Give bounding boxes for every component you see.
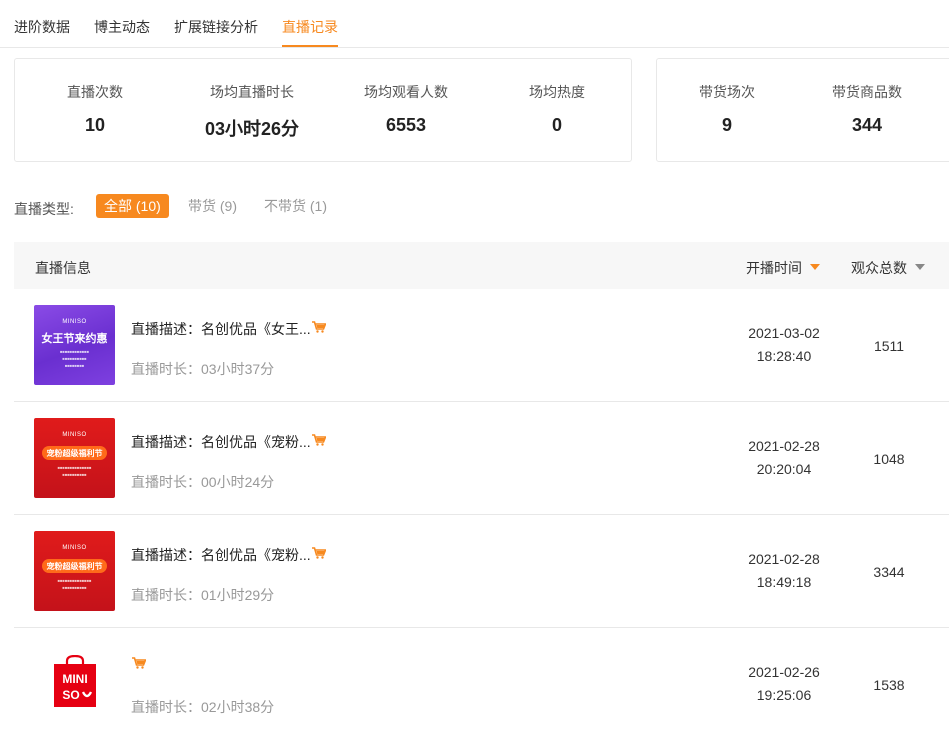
filter-with-sales[interactable]: 带货 (9) bbox=[188, 194, 237, 218]
thumbnail-headline: 女王节来约惠 bbox=[41, 333, 108, 345]
live-thumbnail[interactable]: MINI SO bbox=[34, 644, 115, 724]
stat-label: 场均热度 bbox=[529, 84, 585, 100]
live-start-time: 2021-02-26 19:25:06 bbox=[729, 661, 839, 707]
start-time: 20:20:04 bbox=[756, 461, 812, 477]
stat-value: 6553 bbox=[385, 115, 427, 135]
filter-without-sales[interactable]: 不带货 (1) bbox=[264, 194, 327, 218]
stat-value: 0 bbox=[551, 115, 562, 135]
caret-down-icon[interactable] bbox=[915, 264, 925, 270]
header-live-info: 直播信息 bbox=[35, 260, 91, 276]
live-duration: 直播时长：00小时24分 bbox=[131, 474, 275, 490]
miniso-logo-icon: MINI SO bbox=[54, 655, 96, 707]
viewer-count: 3344 bbox=[873, 564, 905, 580]
live-thumbnail[interactable]: MINISO 宠粉超级福利节 ■■■■■■■■■■■■■■ ■■■■■■■■■■ bbox=[34, 418, 115, 498]
stat-value: 344 bbox=[851, 115, 883, 135]
tab-bar: 进阶数据 博主动态 扩展链接分析 直播记录 bbox=[0, 0, 949, 48]
shopping-cart-icon bbox=[312, 321, 326, 333]
sales-summary-card: 带货场次 9 带货商品数 344 bbox=[656, 58, 949, 162]
start-date: 2021-03-02 bbox=[748, 325, 820, 341]
live-description[interactable]: 直播描述：名创优品《宠粉... bbox=[131, 432, 311, 452]
viewer-count: 1048 bbox=[873, 451, 905, 467]
caret-down-icon[interactable] bbox=[810, 264, 820, 270]
live-description[interactable]: 直播描述：名创优品《宠粉... bbox=[131, 545, 311, 565]
svg-text:MINI: MINI bbox=[62, 672, 87, 686]
shopping-cart-icon bbox=[312, 547, 326, 559]
table-row[interactable]: MINISO 宠粉超级福利节 ■■■■■■■■■■■■■■ ■■■■■■■■■■… bbox=[14, 515, 949, 628]
thumbnail-brand: MINISO bbox=[62, 432, 87, 438]
table-header: 直播信息 开播时间 观众总数 bbox=[14, 242, 949, 289]
viewer-count: 1538 bbox=[873, 677, 905, 693]
thumbnail-banner: 宠粉超级福利节 bbox=[42, 559, 107, 573]
stat-label: 带货场次 bbox=[699, 84, 755, 100]
start-time: 18:28:40 bbox=[756, 348, 812, 364]
live-duration: 直播时长：03小时37分 bbox=[131, 361, 275, 377]
start-date: 2021-02-28 bbox=[748, 551, 820, 567]
live-duration: 直播时长：01小时29分 bbox=[131, 587, 275, 603]
live-thumbnail[interactable]: MINISO 女王节来约惠 ■■■■■■■■■■■■ ■■■■■■■■■■ ■■… bbox=[34, 305, 115, 385]
stat-label: 带货商品数 bbox=[832, 84, 902, 100]
filter-all[interactable]: 全部 (10) bbox=[96, 194, 169, 218]
start-time: 18:49:18 bbox=[756, 574, 812, 590]
thumbnail-brand: MINISO bbox=[62, 319, 87, 325]
start-time: 19:25:06 bbox=[756, 687, 812, 703]
table-row[interactable]: MINISO 宠粉超级福利节 ■■■■■■■■■■■■■■ ■■■■■■■■■■… bbox=[14, 402, 949, 515]
stat-value: 03小时26分 bbox=[204, 119, 300, 139]
live-type-filter-label: 直播类型: bbox=[14, 201, 74, 217]
tab-link-analysis[interactable]: 扩展链接分析 bbox=[174, 17, 258, 37]
stat-value: 9 bbox=[721, 115, 732, 135]
live-summary-card: 直播次数 10 场均直播时长 03小时26分 场均观看人数 6553 场均热度 … bbox=[14, 58, 632, 162]
viewer-count: 1511 bbox=[873, 338, 905, 354]
stat-label: 场均直播时长 bbox=[210, 84, 294, 100]
live-description[interactable]: 直播描述：名创优品《女王... bbox=[131, 319, 311, 339]
tab-blogger-activity[interactable]: 博主动态 bbox=[94, 17, 150, 37]
stat-value: 10 bbox=[84, 115, 106, 135]
stat-label: 场均观看人数 bbox=[364, 84, 448, 100]
shopping-cart-icon bbox=[312, 434, 326, 446]
tab-live-records[interactable]: 直播记录 bbox=[282, 17, 338, 37]
live-thumbnail[interactable]: MINISO 宠粉超级福利节 ■■■■■■■■■■■■■■ ■■■■■■■■■■ bbox=[34, 531, 115, 611]
thumbnail-headline: 宠粉超级福利节 bbox=[46, 449, 103, 458]
tab-advanced-data[interactable]: 进阶数据 bbox=[14, 17, 70, 37]
table-row[interactable]: MINI SO 直播时长：02小时38分 2021-02-26 19:25:06… bbox=[14, 628, 949, 735]
active-tab-indicator bbox=[282, 45, 338, 47]
thumbnail-banner: 宠粉超级福利节 bbox=[42, 446, 107, 460]
stat-label: 直播次数 bbox=[67, 84, 123, 100]
header-start-time[interactable]: 开播时间 bbox=[746, 258, 802, 278]
table-row[interactable]: MINISO 女王节来约惠 ■■■■■■■■■■■■ ■■■■■■■■■■ ■■… bbox=[14, 289, 949, 402]
live-duration: 直播时长：02小时38分 bbox=[131, 699, 275, 715]
start-date: 2021-02-28 bbox=[748, 438, 820, 454]
header-viewers[interactable]: 观众总数 bbox=[851, 258, 907, 278]
thumbnail-headline: 宠粉超级福利节 bbox=[46, 562, 103, 571]
live-start-time: 2021-02-28 20:20:04 bbox=[729, 435, 839, 481]
start-date: 2021-02-26 bbox=[748, 664, 820, 680]
live-start-time: 2021-02-28 18:49:18 bbox=[729, 548, 839, 594]
shopping-cart-icon bbox=[132, 657, 146, 669]
live-start-time: 2021-03-02 18:28:40 bbox=[729, 322, 839, 368]
thumbnail-brand: MINISO bbox=[62, 545, 87, 551]
svg-text:SO: SO bbox=[62, 688, 79, 702]
